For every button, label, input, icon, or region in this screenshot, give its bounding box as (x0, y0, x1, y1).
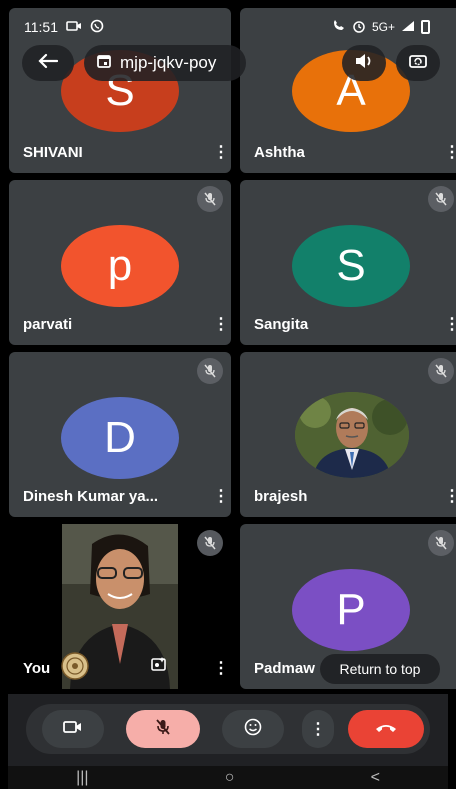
recents-button[interactable]: ||| (76, 769, 88, 787)
more-options-icon[interactable]: ⋮ (213, 661, 229, 677)
status-left: 11:51 (24, 12, 104, 42)
more-options-icon[interactable]: ⋮ (444, 145, 456, 161)
participant-name: SHIVANI (23, 144, 83, 161)
avatar: D (61, 397, 179, 479)
avatar: p (61, 225, 179, 307)
calendar-icon (96, 53, 112, 74)
profile-photo (295, 392, 409, 478)
meeting-info-button[interactable]: mjp-jqkv-poy (84, 45, 246, 81)
avatar-initial: p (107, 241, 133, 290)
more-options-icon[interactable]: ⋮ (444, 489, 456, 505)
participant-name: parvati (23, 316, 73, 333)
call-end-icon (375, 720, 397, 738)
participant-tile[interactable]: brajesh ⋮ (240, 352, 456, 517)
switch-camera-icon (408, 52, 428, 75)
more-options-icon[interactable]: ⋮ (213, 489, 229, 505)
participant-name: Ashtha (254, 144, 305, 161)
avatar: P (292, 569, 410, 651)
participant-name: Dinesh Kumar ya... (23, 488, 159, 505)
avatar-initial: S (336, 241, 366, 290)
hang-up-button[interactable] (348, 710, 424, 748)
participant-name: Padmaw (254, 660, 315, 677)
meeting-top-bar: mjp-jqkv-poy (22, 43, 440, 83)
status-time: 11:51 (24, 19, 58, 35)
battery-icon (421, 20, 430, 34)
camera-button[interactable] (42, 710, 104, 748)
mic-off-icon (197, 358, 223, 384)
participant-name: brajesh (254, 488, 308, 505)
cast-icon (66, 19, 82, 35)
mic-off-icon (428, 530, 454, 556)
avatar: S (292, 225, 410, 307)
avatar-initial: P (336, 585, 366, 634)
mic-off-icon (154, 718, 172, 741)
call-status-icon (332, 19, 346, 35)
network-label: 5G+ (371, 20, 395, 34)
more-options-icon[interactable]: ⋮ (213, 145, 229, 161)
return-to-top-button[interactable]: Return to top (320, 654, 440, 684)
whatsapp-icon (90, 19, 104, 36)
participant-name: You (23, 660, 51, 677)
videocam-icon (63, 720, 83, 739)
status-bar: 11:51 5G+ (0, 0, 456, 42)
more-options-icon[interactable]: ⋮ (444, 317, 456, 333)
effects-icon[interactable] (151, 656, 167, 677)
self-tile[interactable]: You ⋮ (9, 524, 231, 689)
participant-tile[interactable]: S Sangita ⋮ (240, 180, 456, 345)
back-button[interactable] (22, 45, 74, 81)
mic-off-icon (197, 530, 223, 556)
more-options-button[interactable]: ⋮ (302, 710, 334, 748)
back-nav-button[interactable]: < (371, 769, 380, 787)
call-controls: ⋮ (8, 694, 448, 766)
participant-name: Sangita (254, 316, 309, 333)
microphone-button[interactable] (126, 710, 200, 748)
emblem-icon (61, 652, 89, 685)
more-vert-icon: ⋮ (310, 721, 326, 738)
arrow-back-icon (38, 53, 59, 74)
emoji-icon (244, 718, 262, 741)
reactions-button[interactable] (222, 710, 284, 748)
volume-icon (354, 52, 374, 75)
alarm-icon (352, 19, 366, 36)
status-right: 5G+ (332, 12, 430, 42)
control-bar: ⋮ (26, 704, 430, 754)
participant-tile[interactable]: D Dinesh Kumar ya... ⋮ (9, 352, 231, 517)
mic-off-icon (197, 186, 223, 212)
system-nav-bar: ||| ○ < (8, 766, 448, 789)
home-button[interactable]: ○ (225, 769, 235, 787)
signal-icon (401, 20, 415, 35)
participant-tile[interactable]: p parvati ⋮ (9, 180, 231, 345)
mic-off-icon (428, 186, 454, 212)
meeting-code: mjp-jqkv-poy (120, 53, 217, 72)
speaker-button[interactable] (342, 45, 386, 81)
switch-camera-button[interactable] (396, 45, 440, 81)
more-options-icon[interactable]: ⋮ (213, 317, 229, 333)
avatar-initial: D (104, 413, 136, 462)
mic-off-icon (428, 358, 454, 384)
